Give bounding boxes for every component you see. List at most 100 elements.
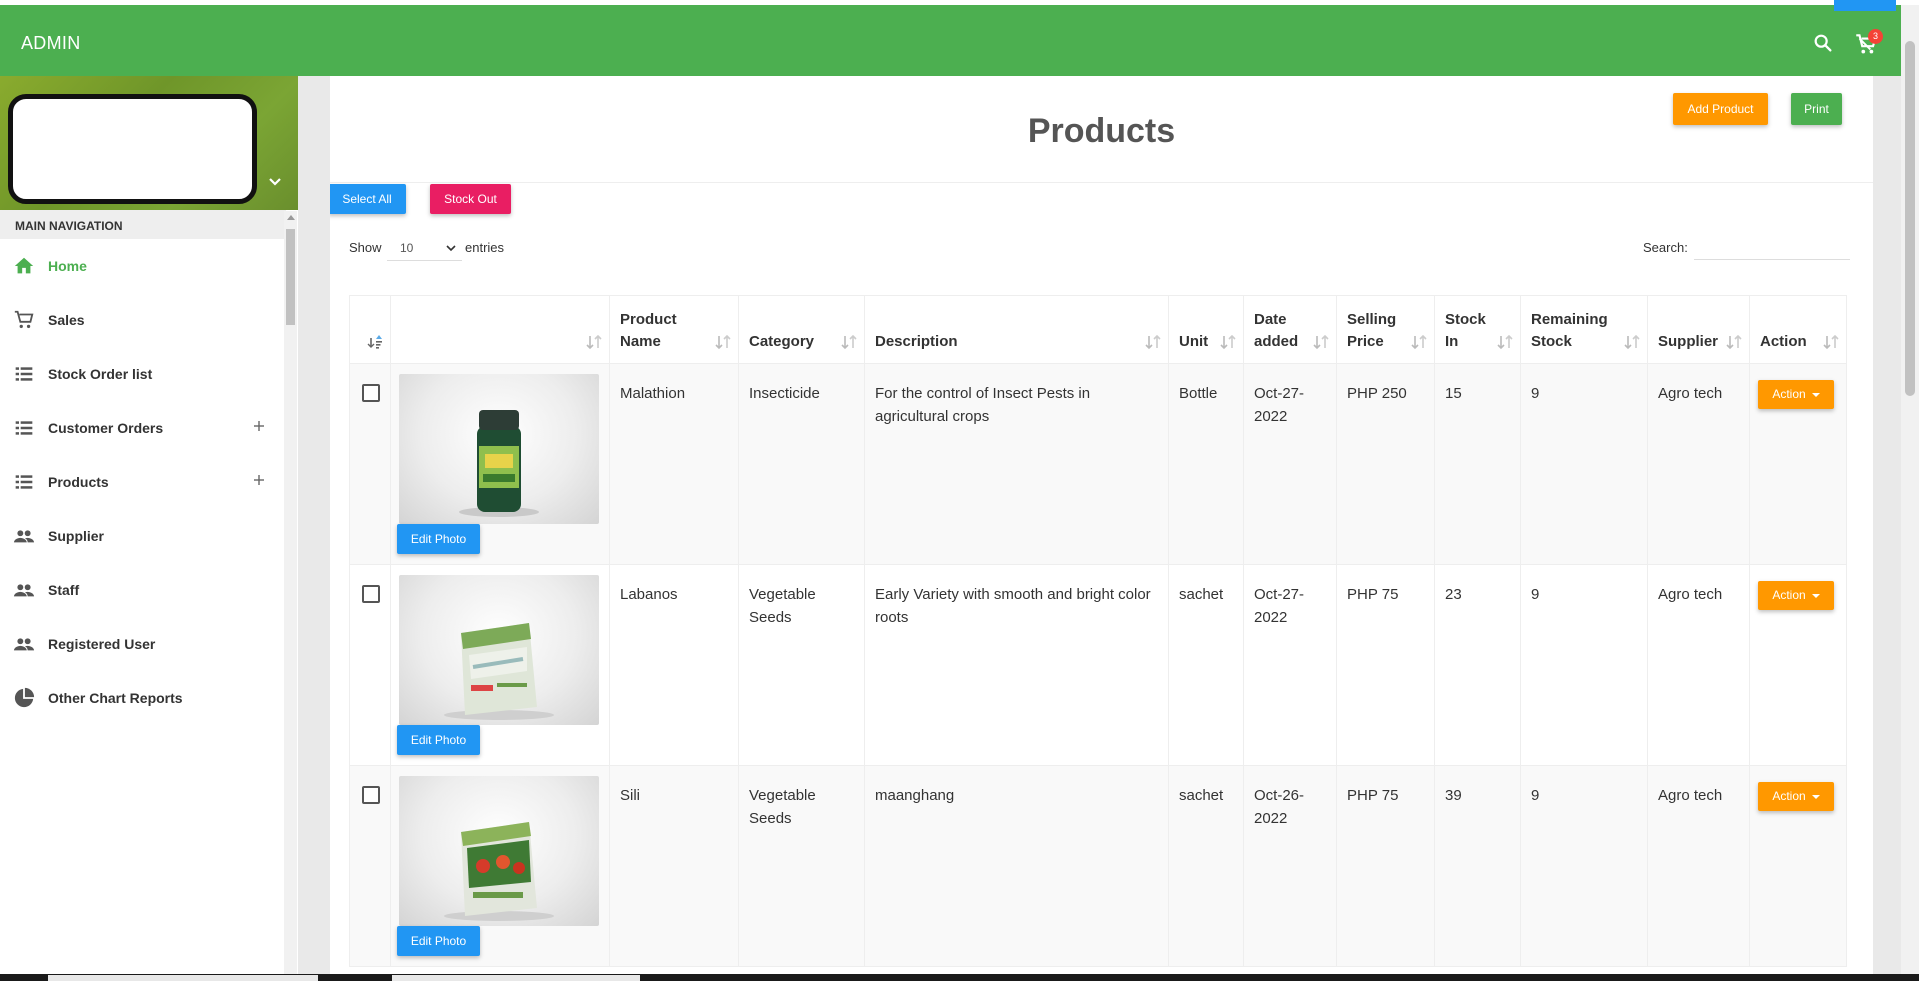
description-cell: Early Variety with smooth and bright col… [864,564,1169,766]
sidebar-item-customer-orders[interactable]: Customer Orders [0,401,286,455]
select-cell [349,765,391,967]
column-header-date-added[interactable]: Date added [1243,295,1337,364]
sidebar-scroll-thumb[interactable] [286,229,295,325]
sidebar-item-staff[interactable]: Staff [0,563,286,617]
search-icon[interactable] [1812,32,1834,54]
product-photo [399,776,599,926]
user-info-panel [0,76,298,210]
date-added-cell: Oct-27-2022 [1243,564,1337,766]
sort-icon [1220,334,1236,350]
column-header-stock-in[interactable]: Stock In [1434,295,1521,364]
stock-in-cell: 23 [1434,564,1521,766]
pie-chart-icon [13,687,35,709]
list-icon [13,363,35,385]
sort-icon [1624,334,1640,350]
plus-icon[interactable] [252,419,266,433]
cart-icon [13,309,35,331]
sidebar-item-sales[interactable]: Sales [0,293,286,347]
nav-header: MAIN NAVIGATION [0,210,286,239]
action-dropdown-button[interactable]: Action [1758,581,1834,610]
column-header-description[interactable]: Description [864,295,1169,364]
sort-icon [1145,334,1161,350]
chevron-down-icon[interactable] [267,174,283,190]
scroll-up-icon[interactable] [287,215,295,220]
sidebar-item-stock-order-list[interactable]: Stock Order list [0,347,286,401]
column-header-supplier[interactable]: Supplier [1647,295,1750,364]
column-header-remaining-stock[interactable]: Remaining Stock [1520,295,1648,364]
list-icon [13,471,35,493]
stock-in-cell: 39 [1434,765,1521,967]
selling-price-cell: PHP 75 [1336,564,1435,766]
sidebar-item-label: Supplier [48,528,105,544]
column-header-category[interactable]: Category [738,295,865,364]
category-cell: Vegetable Seeds [738,564,865,766]
sidebar-item-label: Staff [48,582,80,598]
sidebar-item-label: Sales [48,312,85,328]
stock-out-button[interactable]: Stock Out [430,184,511,214]
taskbar-item[interactable] [392,975,640,981]
column-header-unit[interactable]: Unit [1168,295,1244,364]
sidebar-item-supplier[interactable]: Supplier [0,509,286,563]
nav-list: Home Sales Stock Order list Customer Ord… [0,239,286,725]
print-button[interactable]: Print [1791,93,1842,125]
add-product-button[interactable]: Add Product [1673,93,1768,125]
top-navbar: ADMIN 3 [0,0,1919,76]
row-checkbox[interactable] [362,384,380,402]
row-checkbox[interactable] [362,786,380,804]
action-dropdown-button[interactable]: Action [1758,782,1834,811]
date-added-cell: Oct-26-2022 [1243,765,1337,967]
sort-icon [1726,334,1742,350]
sidebar-item-label: Products [48,474,109,490]
table-row: Edit Photo Sili Vegetable Seeds maanghan… [349,765,1847,967]
remaining-stock-cell: 9 [1520,765,1648,967]
edit-photo-button[interactable]: Edit Photo [397,524,480,554]
remaining-stock-cell: 9 [1520,564,1648,766]
edit-photo-button[interactable]: Edit Photo [397,725,480,755]
page-scrollbar[interactable] [1901,5,1919,981]
caret-down-icon [1811,794,1820,799]
sidebar-item-registered-user[interactable]: Registered User [0,617,286,671]
product-photo [399,374,599,524]
table-row: Edit Photo Labanos Vegetable Seeds Early… [349,564,1847,766]
table-header-row: Product Name Category Description Unit D… [349,295,1847,364]
photo-cell: Edit Photo [390,564,610,766]
sidebar-item-label: Other Chart Reports [48,690,183,706]
search-input[interactable] [1694,234,1850,260]
column-header-product-name[interactable]: Product Name [609,295,739,364]
taskbar-item[interactable] [48,975,318,981]
page-scroll-thumb[interactable] [1905,41,1915,396]
column-header-select[interactable] [349,295,391,364]
stock-in-cell: 15 [1434,363,1521,565]
photo-cell: Edit Photo [390,765,610,967]
unit-cell: sachet [1168,765,1244,967]
supplier-cell: Agro tech [1647,363,1750,565]
list-icon [13,417,35,439]
sidebar-item-other-chart-reports[interactable]: Other Chart Reports [0,671,286,725]
column-header-selling-price[interactable]: Selling Price [1336,295,1435,364]
product-name-cell: Sili [609,765,739,967]
sidebar-scrollbar[interactable] [284,211,297,981]
top-accent-strip [1834,0,1896,11]
caret-down-icon [1811,392,1820,397]
column-header-photo[interactable] [390,295,610,364]
page-title: Products [1027,112,1176,150]
seed-packet-image-icon [444,822,554,921]
product-photo [399,575,599,725]
supplier-cell: Agro tech [1647,765,1750,967]
entries-select[interactable]: 10 [387,235,462,261]
column-header-action[interactable]: Action [1749,295,1847,364]
cart-count-badge: 3 [1868,29,1883,44]
row-checkbox[interactable] [362,585,380,603]
plus-icon[interactable] [252,473,266,487]
sort-icon [1497,334,1513,350]
select-all-button[interactable]: Select All [330,184,406,214]
sidebar-item-products[interactable]: Products [0,455,286,509]
brand-title[interactable]: ADMIN [21,33,81,54]
entries-label: entries [465,240,505,255]
people-icon [13,633,35,655]
edit-photo-button[interactable]: Edit Photo [397,926,480,956]
action-dropdown-button[interactable]: Action [1758,380,1834,409]
sidebar: MAIN NAVIGATION Home Sales Stock Order l… [0,76,298,981]
sidebar-item-home[interactable]: Home [0,239,286,293]
taskbar [0,974,1919,981]
